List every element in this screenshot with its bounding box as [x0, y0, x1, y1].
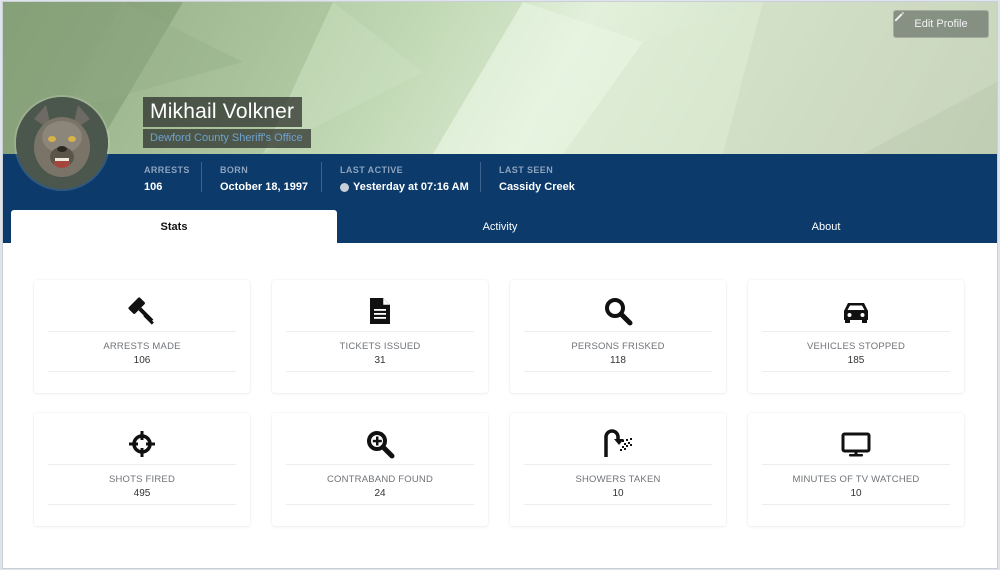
shower-icon	[604, 429, 632, 457]
info-divider	[480, 162, 481, 192]
info-last-seen: LAST SEEN Cassidy Creek	[499, 165, 575, 193]
info-last-seen-label: LAST SEEN	[499, 165, 554, 175]
info-divider	[321, 162, 322, 192]
info-last-active: LAST ACTIVE Yesterday at 07:16 AM	[340, 165, 469, 193]
info-born-label: BORN	[220, 165, 249, 175]
card-divider	[286, 504, 474, 505]
card-divider	[48, 331, 236, 332]
card-divider	[762, 504, 950, 505]
info-last-seen-value: Cassidy Creek	[499, 181, 575, 193]
profile-name: Mikhail Volkner	[143, 97, 303, 127]
profile-agency: Dewford County Sheriff's Office	[143, 129, 311, 148]
stat-value: 24	[374, 488, 386, 499]
stat-value: 10	[850, 488, 862, 499]
info-divider	[201, 162, 202, 192]
card-divider	[762, 331, 950, 332]
card-divider	[524, 371, 712, 372]
tab-stats[interactable]: Stats	[11, 210, 337, 243]
card-divider	[286, 331, 474, 332]
stat-value: 118	[610, 355, 626, 366]
stat-card-showers-taken: SHOWERS TAKEN 10	[510, 413, 726, 526]
info-arrests-value: 106	[144, 181, 190, 193]
card-divider	[286, 371, 474, 372]
card-divider	[286, 464, 474, 465]
stat-card-shots-fired: SHOTS FIRED 495	[34, 413, 250, 526]
tab-activity[interactable]: Activity	[337, 210, 663, 243]
stat-card-persons-frisked: PERSONS FRISKED 118	[510, 280, 726, 393]
arrests-count: 106	[144, 181, 163, 193]
born-date: October 18, 1997	[220, 181, 309, 193]
avatar	[16, 97, 108, 189]
card-divider	[48, 504, 236, 505]
edit-profile-label: Edit Profile	[914, 18, 968, 30]
stat-label: SHOWERS TAKEN	[575, 474, 661, 485]
edit-profile-button[interactable]: Edit Profile	[893, 10, 989, 38]
stat-label: SHOTS FIRED	[108, 474, 176, 485]
stat-label: TICKETS ISSUED	[339, 341, 421, 352]
info-last-active-label: LAST ACTIVE	[340, 165, 404, 175]
card-divider	[48, 371, 236, 372]
info-born: BORN October 18, 1997	[220, 165, 308, 193]
stat-value: 10	[612, 488, 624, 499]
search-icon	[605, 298, 633, 326]
stat-card-tickets-issued: TICKETS ISSUED 31	[272, 280, 488, 393]
wolf-avatar-image	[16, 97, 108, 189]
tab-about[interactable]: About	[663, 210, 989, 243]
info-arrests-label: ARRESTS	[144, 165, 190, 175]
profile-window: Edit Profile Mikhail Volkner Dewford Cou…	[3, 2, 997, 568]
info-last-active-value: Yesterday at 07:16 AM	[340, 181, 469, 193]
profile-banner: Edit Profile Mikhail Volkner Dewford Cou…	[3, 2, 997, 154]
stat-card-contraband-found: CONTRABAND FOUND 24	[272, 413, 488, 526]
stat-value: 31	[374, 355, 386, 366]
status-dot-icon	[340, 182, 349, 192]
card-divider	[524, 464, 712, 465]
stat-card-minutes-tv: MINUTES OF TV WATCHED 10	[748, 413, 964, 526]
document-icon	[370, 298, 390, 324]
stat-value: 185	[847, 355, 865, 366]
stat-value: 106	[133, 355, 151, 366]
pencil-icon	[894, 11, 905, 22]
last-seen-location: Cassidy Creek	[499, 181, 575, 193]
stat-value: 495	[133, 488, 151, 499]
card-divider	[48, 464, 236, 465]
card-divider	[762, 371, 950, 372]
card-divider	[524, 504, 712, 505]
card-divider	[524, 331, 712, 332]
info-born-value: October 18, 1997	[220, 181, 308, 193]
stat-card-vehicles-stopped: VEHICLES STOPPED 185	[748, 280, 964, 393]
gavel-icon	[128, 297, 154, 325]
car-icon	[844, 303, 868, 323]
stat-card-arrests-made: ARRESTS MADE 106	[34, 280, 250, 393]
stat-label: MINUTES OF TV WATCHED	[792, 474, 920, 485]
stat-label: PERSONS FRISKED	[571, 341, 665, 352]
tv-icon	[841, 432, 871, 457]
crosshairs-icon	[129, 431, 155, 457]
card-divider	[762, 464, 950, 465]
last-active-time: Yesterday at 07:16 AM	[353, 181, 469, 193]
stat-label: ARRESTS MADE	[103, 341, 181, 352]
info-arrests: ARRESTS 106	[144, 165, 190, 193]
search-plus-icon	[367, 431, 395, 459]
stat-label: VEHICLES STOPPED	[806, 341, 906, 352]
stat-label: CONTRABAND FOUND	[326, 474, 434, 485]
